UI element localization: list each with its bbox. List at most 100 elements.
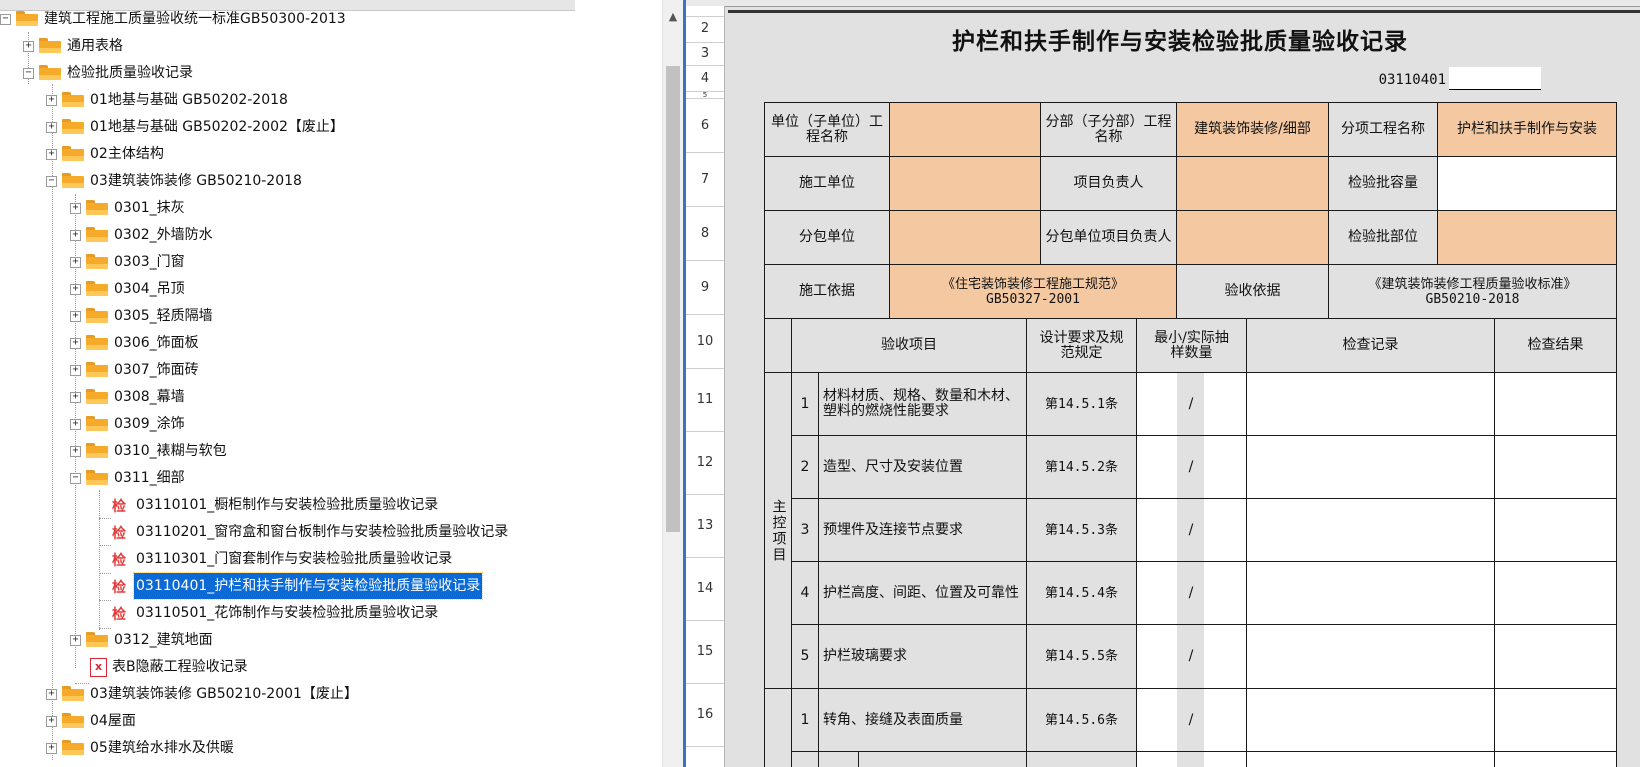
tree-node-label: 0310_裱糊与软包	[114, 443, 227, 459]
check-record-field[interactable]	[1246, 498, 1495, 562]
unit-name-field[interactable]	[889, 102, 1041, 157]
expand-icon[interactable]: +	[70, 230, 81, 241]
expand-icon[interactable]: +	[70, 338, 81, 349]
row-header[interactable]: 6	[686, 99, 724, 153]
check-record-field[interactable]	[1246, 561, 1495, 625]
acceptance-basis-field[interactable]: 《建筑装饰装修工程质量验收标准》GB50210-2018	[1328, 264, 1617, 319]
row-header[interactable]: 2	[686, 16, 724, 43]
sample-slash-cell	[1177, 751, 1205, 767]
location-label: 检验批部位	[1328, 210, 1438, 265]
subcontractor-field[interactable]	[889, 210, 1041, 265]
sample-slash: /	[1177, 498, 1205, 562]
actual-sample-field[interactable]	[1204, 751, 1247, 767]
min-sample-field[interactable]	[1136, 688, 1178, 752]
check-result-field[interactable]	[1494, 498, 1617, 562]
location-field[interactable]	[1437, 210, 1617, 265]
row-header[interactable]: 9	[686, 261, 724, 315]
min-sample-field[interactable]	[1136, 372, 1178, 436]
subitem-field[interactable]: 护栏和扶手制作与安装	[1437, 102, 1617, 157]
row-header[interactable]: 4	[686, 66, 724, 92]
actual-sample-field[interactable]	[1204, 372, 1247, 436]
inspection-form-icon: 检	[112, 553, 126, 569]
folder-icon	[86, 254, 108, 269]
expand-icon[interactable]: +	[46, 95, 57, 106]
actual-sample-field[interactable]	[1204, 561, 1247, 625]
row-header[interactable]: 8	[686, 207, 724, 261]
tree-vertical-scrollbar[interactable]: ▲	[662, 0, 683, 767]
project-manager-field[interactable]	[1176, 156, 1329, 211]
item-clause: 第14.5.2条	[1026, 435, 1137, 499]
expand-icon[interactable]: +	[46, 743, 57, 754]
expand-icon[interactable]: +	[70, 311, 81, 322]
expand-icon[interactable]: +	[46, 122, 57, 133]
min-sample-field[interactable]	[1136, 561, 1178, 625]
expand-icon[interactable]: +	[46, 689, 57, 700]
row-header[interactable]: 7	[686, 153, 724, 207]
check-record-field[interactable]	[1246, 435, 1495, 499]
sample-slash: /	[1177, 624, 1205, 689]
inspection-form-icon: 检	[112, 499, 126, 515]
check-record-field[interactable]	[1246, 624, 1495, 689]
constructor-field[interactable]	[889, 156, 1041, 211]
expand-icon[interactable]: +	[70, 257, 81, 268]
expand-icon[interactable]: +	[70, 284, 81, 295]
item-number: 1	[791, 688, 819, 752]
scrollbar-thumb[interactable]	[666, 66, 680, 532]
expand-icon[interactable]: +	[70, 419, 81, 430]
row-header[interactable]: 14	[686, 558, 724, 621]
actual-sample-field[interactable]	[1204, 688, 1247, 752]
capacity-field[interactable]	[1437, 156, 1617, 211]
check-result-field[interactable]	[1494, 688, 1617, 752]
row-header[interactable]: 15	[686, 621, 724, 684]
folder-icon	[86, 632, 108, 647]
check-record-field[interactable]	[1246, 751, 1495, 767]
collapse-icon[interactable]: −	[23, 68, 34, 79]
check-result-field[interactable]	[1494, 435, 1617, 499]
item-number: 1	[791, 372, 819, 436]
folder-icon	[62, 686, 84, 701]
sheet-top-border	[728, 10, 1640, 13]
row-header[interactable]: 12	[686, 432, 724, 495]
sub-pm-field[interactable]	[1176, 210, 1329, 265]
check-result-field[interactable]	[1494, 624, 1617, 689]
collapse-icon[interactable]: −	[70, 473, 81, 484]
min-sample-field[interactable]	[1136, 435, 1178, 499]
row-header[interactable]: 16	[686, 684, 724, 747]
form-code-input[interactable]	[1449, 67, 1541, 90]
record-header: 检查记录	[1246, 318, 1495, 373]
expand-icon[interactable]: +	[70, 635, 81, 646]
row-header[interactable]: 10	[686, 315, 724, 369]
expand-icon[interactable]: +	[46, 149, 57, 160]
collapse-icon[interactable]: −	[46, 176, 57, 187]
row-header[interactable]: 13	[686, 495, 724, 558]
check-record-field[interactable]	[1246, 688, 1495, 752]
expand-icon[interactable]: +	[70, 365, 81, 376]
check-record-field[interactable]	[1246, 372, 1495, 436]
expand-icon[interactable]: +	[23, 41, 34, 52]
expand-icon[interactable]: +	[70, 392, 81, 403]
folder-open-icon	[39, 65, 61, 80]
min-sample-field[interactable]	[1136, 751, 1178, 767]
actual-sample-field[interactable]	[1204, 435, 1247, 499]
check-result-field[interactable]	[1494, 372, 1617, 436]
scroll-up-icon[interactable]: ▲	[663, 10, 683, 26]
row-header[interactable]: 3	[686, 43, 724, 66]
project-manager-label: 项目负责人	[1040, 156, 1177, 211]
construction-basis-field[interactable]: 《住宅装饰装修工程施工规范》GB50327-2001	[889, 264, 1177, 319]
tree-node-label: 0305_轻质隔墙	[114, 308, 213, 324]
general-group-label-column	[764, 688, 792, 767]
actual-sample-field[interactable]	[1204, 624, 1247, 689]
row-header[interactable]: 11	[686, 369, 724, 432]
row-header[interactable]: 5	[686, 92, 724, 99]
check-result-field[interactable]	[1494, 751, 1617, 767]
expand-icon[interactable]: +	[70, 203, 81, 214]
actual-sample-field[interactable]	[1204, 498, 1247, 562]
collapse-icon[interactable]: −	[0, 14, 11, 25]
expand-icon[interactable]: +	[70, 446, 81, 457]
form-title: 护栏和扶手制作与安装检验批质量验收记录	[952, 29, 1408, 55]
min-sample-field[interactable]	[1136, 498, 1178, 562]
expand-icon[interactable]: +	[46, 716, 57, 727]
min-sample-field[interactable]	[1136, 624, 1178, 689]
check-result-field[interactable]	[1494, 561, 1617, 625]
division-field[interactable]: 建筑装饰装修/细部	[1176, 102, 1329, 157]
